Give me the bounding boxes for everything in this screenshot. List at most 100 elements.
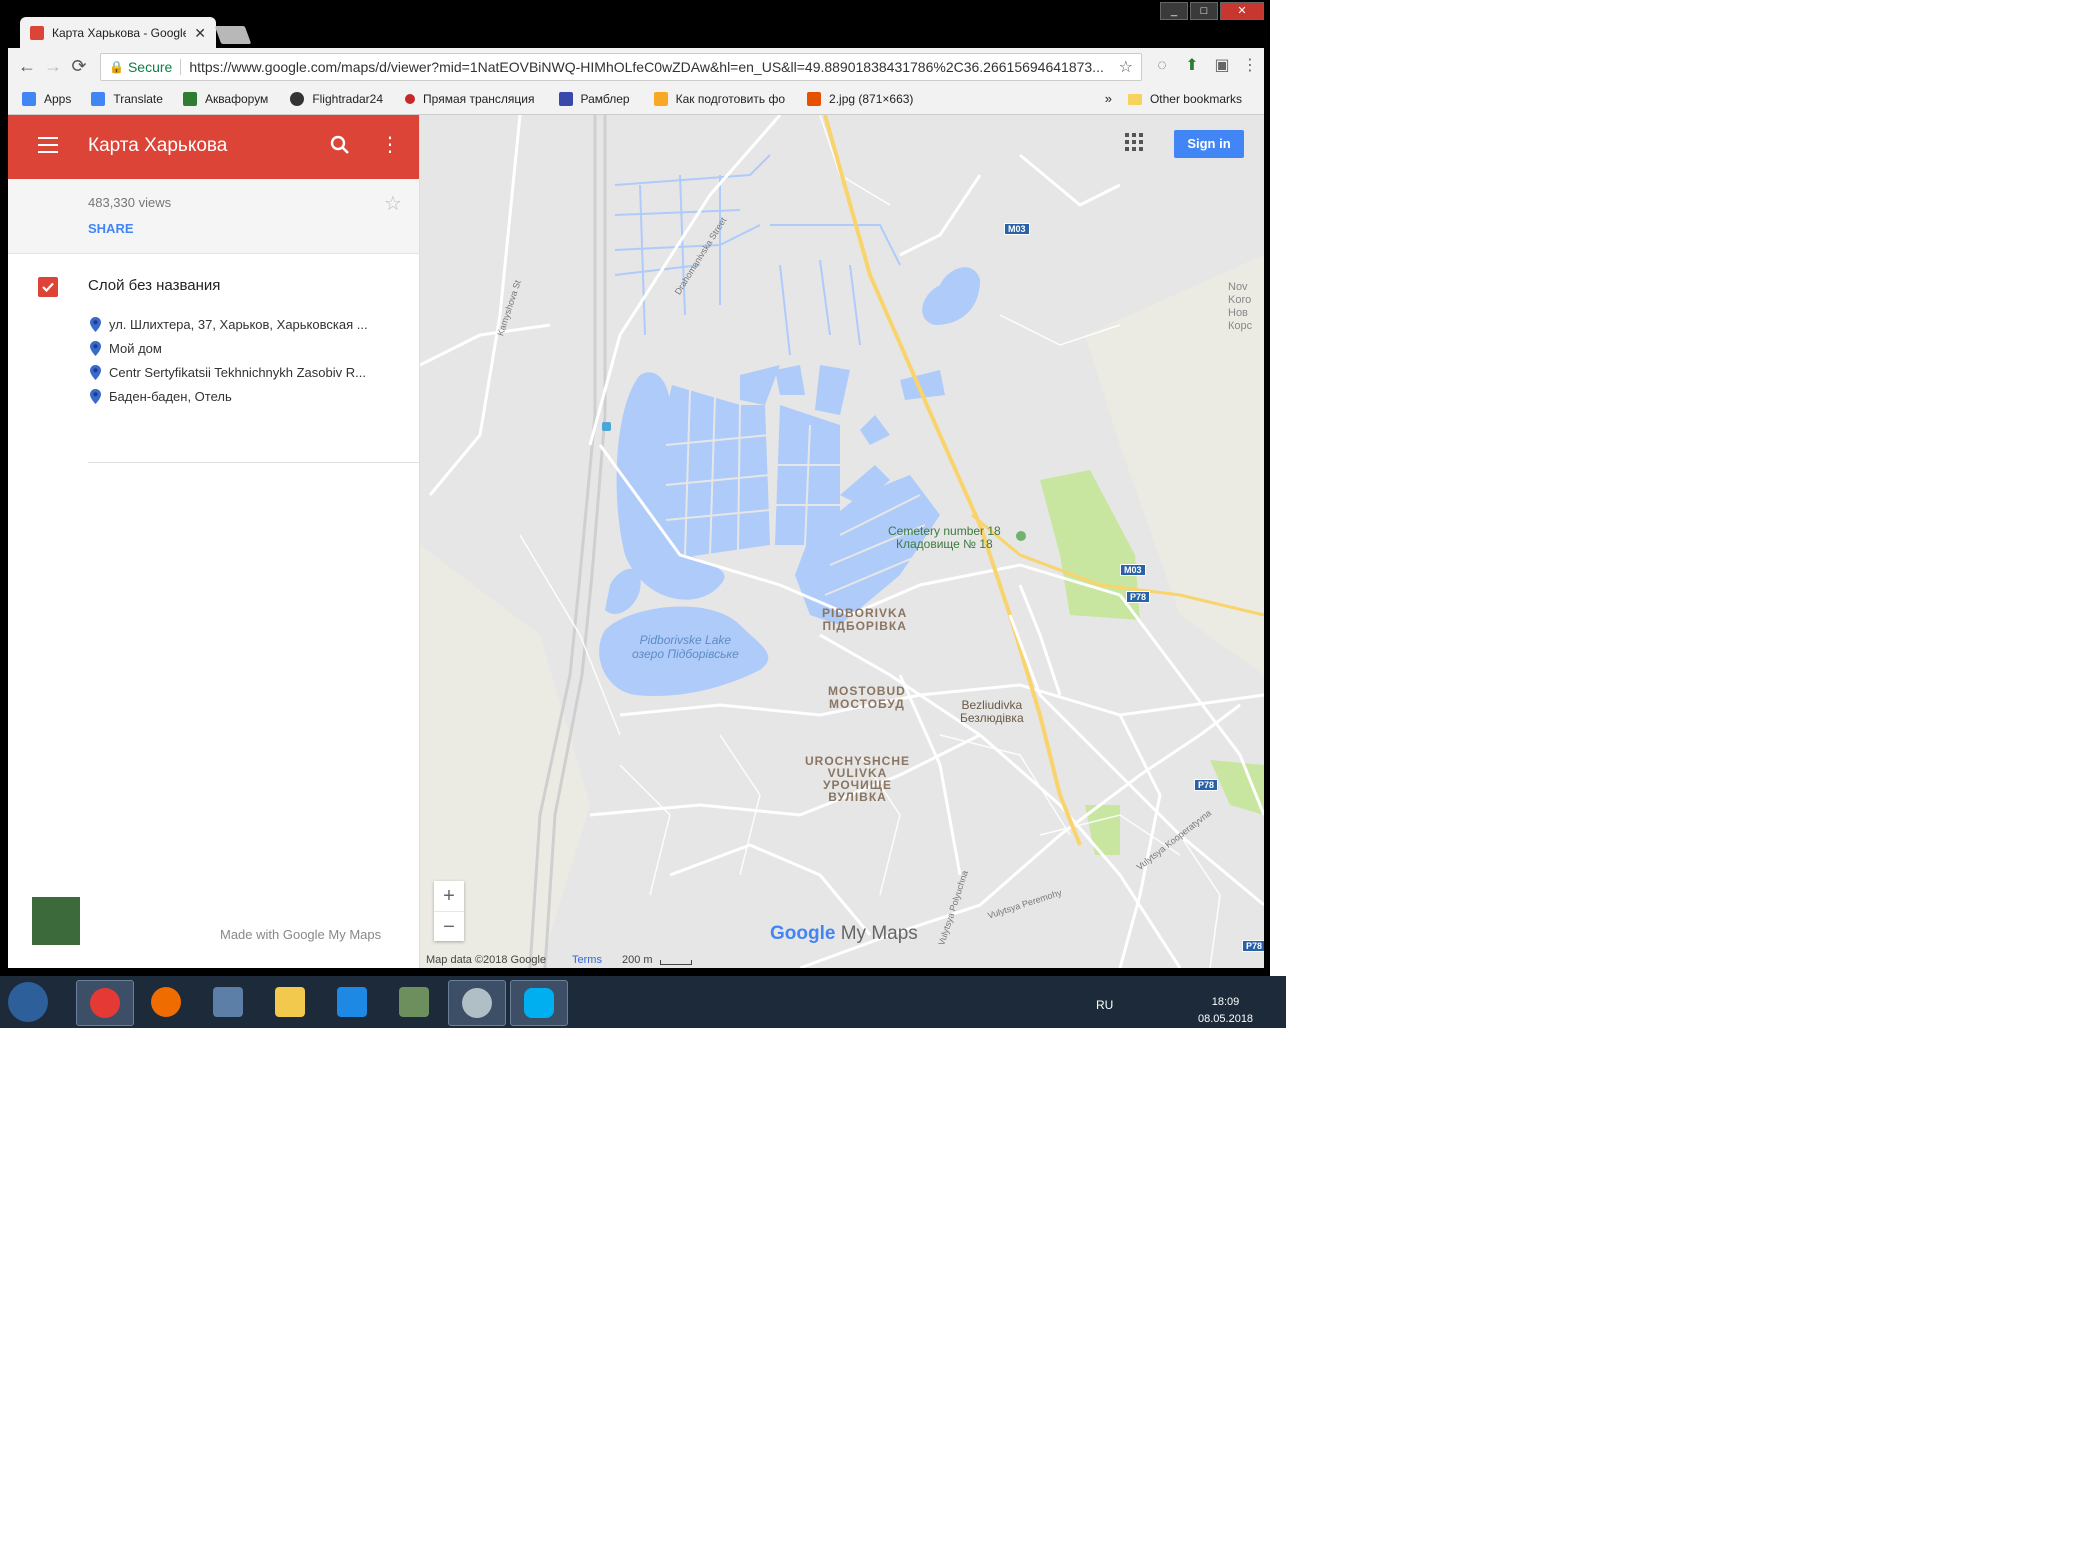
extension-pdf-icon[interactable]: ▣ — [1212, 56, 1232, 76]
teamviewer-icon — [337, 987, 367, 1017]
cemetery-name-uk: Кладовище № 18 — [895, 537, 993, 551]
mymaps-sidebar: Карта Харькова ⋮ 483,330 views SHARE ☆ С… — [8, 115, 420, 968]
bezliudivka-uk: Безлюдівка — [960, 711, 1024, 725]
extension-green-icon[interactable]: ⬆ — [1182, 56, 1202, 76]
layer-title[interactable]: Слой без названия — [88, 277, 220, 294]
paint-icon — [462, 988, 492, 1018]
taskbar-camera[interactable] — [386, 980, 442, 1024]
bookmark-label: Flightradar24 — [312, 92, 384, 106]
place-item[interactable]: ул. Шлихтера, 37, Харьков, Харьковская .… — [90, 313, 400, 335]
chrome-menu-icon[interactable]: ⋮ — [1240, 56, 1260, 76]
google-apps-icon[interactable] — [1125, 133, 1143, 151]
taskbar-computer[interactable] — [200, 980, 256, 1024]
scale-label: 200 m — [622, 954, 653, 966]
bookmark-label: Прямая трансляция — [423, 92, 535, 106]
bookmark-translate[interactable]: Translate — [91, 92, 163, 106]
chrome-icon — [90, 988, 120, 1018]
bookmark-apps[interactable]: Apps — [22, 92, 71, 106]
camera-icon — [399, 987, 429, 1017]
maximize-button[interactable]: □ — [1190, 2, 1218, 20]
taskbar-skype[interactable] — [510, 980, 568, 1026]
zoom-in-button[interactable]: + — [434, 881, 464, 912]
road-shield: P78 — [1242, 940, 1264, 952]
bookmark-live[interactable]: Прямая трансляция — [405, 92, 535, 106]
minimize-button[interactable]: _ — [1160, 2, 1188, 20]
bookmark-label: Apps — [44, 92, 72, 106]
more-vert-icon[interactable]: ⋮ — [380, 133, 400, 157]
terms-link[interactable]: Terms — [572, 954, 602, 966]
area-label-pidborivka: PIDBORIVKA ПІДБОРІВКА — [822, 607, 907, 633]
address-bar[interactable]: 🔒 Secure https://www.google.com/maps/d/v… — [100, 53, 1142, 81]
taskbar-firefox[interactable] — [138, 980, 194, 1024]
hamburger-menu-icon[interactable] — [38, 137, 58, 158]
taskbar-explorer[interactable] — [262, 980, 318, 1024]
page-content: Карта Харькова ⋮ 483,330 views SHARE ☆ С… — [8, 115, 1264, 968]
search-icon[interactable] — [328, 133, 352, 157]
map-meta: 483,330 views SHARE ☆ — [8, 179, 419, 254]
share-button[interactable]: SHARE — [88, 221, 134, 236]
bookmark-flightradar[interactable]: Flightradar24 — [290, 92, 383, 106]
star-icon[interactable]: ☆ — [384, 191, 402, 216]
photo-guide-icon — [653, 92, 668, 106]
place-item[interactable]: Centr Sertyfikatsii Tekhnichnykh Zasobiv… — [90, 361, 400, 383]
place-item[interactable]: Баден-баден, Отель — [90, 385, 400, 407]
place-label: Баден-баден, Отель — [109, 388, 232, 404]
taskbar-chrome[interactable] — [76, 980, 134, 1026]
sign-in-button[interactable]: Sign in — [1174, 130, 1244, 158]
bookmark-aquaforum[interactable]: Аквафорум — [182, 92, 268, 106]
bookmarks-overflow-button[interactable]: » — [1105, 91, 1112, 106]
system-clock[interactable]: 18:09 08.05.2018 — [1198, 994, 1253, 1028]
map-pin-icon — [90, 340, 101, 356]
bookmark-label: Translate — [113, 92, 163, 106]
url-text: https://www.google.com/maps/d/viewer?mid… — [189, 59, 1104, 75]
tab-title: Карта Харькова - Google — [52, 26, 187, 40]
browser-window: Карта Харькова - Google ✕ _ □ ✕ ← → ⟳ 🔒 … — [0, 0, 1270, 976]
map-pin-icon — [90, 364, 101, 380]
lake-uk: озеро Підборівське — [632, 647, 739, 661]
language-indicator[interactable]: RU — [1096, 998, 1113, 1012]
map-attribution: Map data ©2018 Google Terms 200 m — [420, 952, 1264, 968]
lake-en: Pidborivske Lake — [639, 633, 732, 647]
bookmark-star-icon[interactable]: ☆ — [1119, 57, 1133, 77]
clock-date: 08.05.2018 — [1198, 1013, 1254, 1025]
poi-label-cemetery[interactable]: Cemetery number 18 Кладовище № 18 — [888, 525, 1001, 551]
bookmark-image[interactable]: 2.jpg (871×663) — [807, 92, 913, 106]
forward-button[interactable]: → — [40, 53, 66, 79]
checkmark-icon — [42, 282, 54, 293]
tab-close-icon[interactable]: ✕ — [194, 25, 206, 42]
maps-favicon-icon — [30, 26, 44, 40]
close-window-button[interactable]: ✕ — [1220, 2, 1264, 20]
extension-circle-icon[interactable]: ◌ — [1152, 56, 1172, 76]
layer-checkbox[interactable] — [38, 277, 58, 297]
taskbar-teamviewer[interactable] — [324, 980, 380, 1024]
map-data-text: Map data ©2018 Google — [426, 954, 547, 966]
firefox-icon — [151, 987, 181, 1017]
bookmark-rambler[interactable]: Рамблер — [558, 92, 630, 106]
browser-tab[interactable]: Карта Харькова - Google ✕ — [20, 17, 216, 49]
reload-button[interactable]: ⟳ — [66, 53, 92, 79]
other-bookmarks[interactable]: Other bookmarks — [1127, 92, 1242, 106]
mostobud-uk: МОСТОБУД — [828, 697, 905, 711]
omnibox-separator — [180, 59, 182, 75]
my-maps-wordmark: My Maps — [835, 923, 918, 944]
back-button[interactable]: ← — [14, 53, 40, 79]
google-my-maps-logo: Google My Maps — [770, 923, 918, 945]
taskbar-paint[interactable] — [448, 980, 506, 1026]
zoom-out-button[interactable]: − — [434, 912, 464, 942]
aquaforum-icon — [182, 92, 197, 106]
google-wordmark: Google — [770, 923, 836, 944]
bookmarks-bar: Apps Translate Аквафорум Flightradar24 П… — [8, 84, 1264, 115]
apps-grid-icon — [22, 92, 36, 106]
bookmark-photo-guide[interactable]: Как подготовить фо — [653, 92, 785, 106]
flightradar-icon — [290, 92, 305, 106]
area-label-mostobud: MOSTOBUD МОСТОБУД — [828, 685, 906, 711]
live-icon — [405, 94, 416, 104]
view-count: 483,330 views — [88, 195, 172, 210]
start-button[interactable] — [8, 982, 48, 1022]
map-canvas[interactable]: Cemetery number 18 Кладовище № 18 PIDBOR… — [420, 115, 1264, 968]
place-item[interactable]: Мой дом — [90, 337, 400, 359]
map-pin-icon — [90, 316, 101, 332]
basemap-thumbnail[interactable] — [32, 897, 80, 945]
other-bookmarks-label: Other bookmarks — [1149, 92, 1242, 106]
new-tab-button[interactable] — [214, 26, 252, 44]
